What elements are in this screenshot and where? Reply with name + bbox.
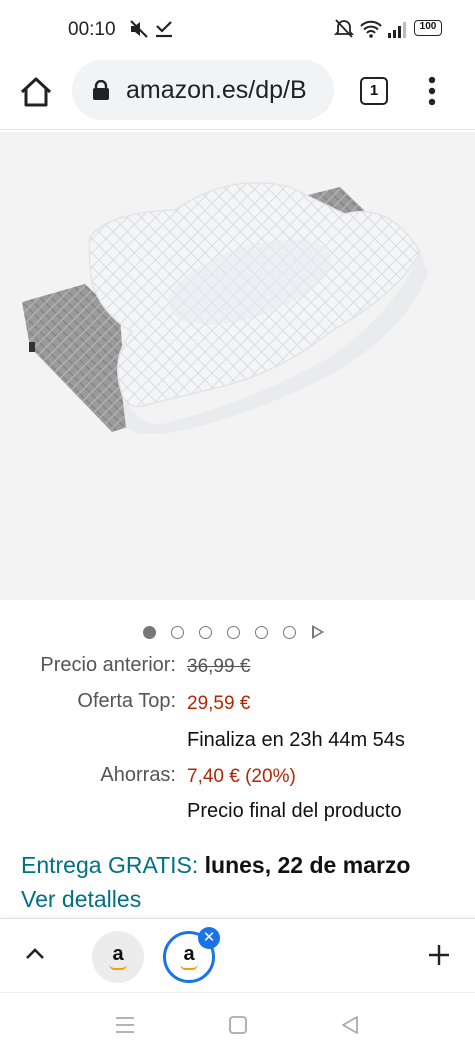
pillow-image — [22, 182, 428, 435]
carousel-dot[interactable] — [199, 626, 212, 639]
delivery-info: Entrega GRATIS: lunes, 22 de marzo — [21, 852, 410, 879]
offer-price-value: 29,59 € — [187, 693, 251, 714]
close-tab-icon[interactable]: ✕ — [198, 927, 220, 949]
address-bar[interactable]: amazon.es/dp/B — [72, 60, 334, 120]
more-vert-icon[interactable] — [422, 74, 442, 108]
savings-value: 7,40 € (20%) — [187, 766, 296, 787]
battery-icon: 100 — [414, 20, 442, 36]
amazon-smile-icon — [180, 964, 198, 970]
browser-toolbar: amazon.es/dp/B 1 — [0, 60, 475, 130]
previous-price-label: Precio anterior: — [40, 654, 176, 676]
final-price-note: Precio final del producto — [187, 800, 402, 822]
back-nav-icon[interactable] — [339, 1015, 361, 1035]
offer-countdown: Finaliza en 23h 44m 54s — [187, 729, 405, 751]
tab-strip: a a ✕ — [0, 918, 475, 992]
video-play-icon[interactable] — [312, 625, 324, 639]
amazon-smile-icon — [109, 964, 127, 970]
carousel-dot[interactable] — [255, 626, 268, 639]
image-carousel-indicator — [0, 622, 475, 642]
delivery-prefix: Entrega GRATIS: — [21, 852, 199, 878]
tab-switcher-button[interactable]: 1 — [360, 77, 388, 105]
download-done-icon — [156, 21, 172, 38]
alarm-off-icon — [334, 19, 354, 38]
previous-price-value: 36,99 € — [187, 656, 251, 677]
delivery-details-link[interactable]: Ver detalles — [21, 886, 141, 913]
chevron-up-icon[interactable] — [24, 946, 46, 960]
new-tab-icon[interactable] — [426, 942, 452, 968]
delivery-date: lunes, 22 de marzo — [204, 852, 411, 878]
amazon-logo-icon: a — [112, 942, 124, 965]
signal-icon — [388, 22, 406, 38]
offer-label: Oferta Top: — [77, 690, 176, 712]
status-bar: 00:10 100 — [0, 0, 475, 60]
status-time: 00:10 — [68, 19, 116, 40]
url-text[interactable]: amazon.es/dp/B — [126, 76, 307, 105]
mute-icon — [130, 20, 148, 38]
carousel-dot[interactable] — [283, 626, 296, 639]
carousel-dot[interactable] — [227, 626, 240, 639]
home-icon[interactable] — [18, 74, 54, 110]
system-nav-bar — [0, 992, 475, 1056]
battery-level: 100 — [419, 21, 437, 32]
amazon-logo-icon: a — [183, 942, 195, 965]
home-nav-icon[interactable] — [227, 1015, 249, 1035]
product-image[interactable] — [0, 132, 475, 600]
tab-thumbnail[interactable]: a — [92, 931, 144, 983]
recents-menu-icon[interactable] — [114, 1015, 136, 1035]
lock-icon — [93, 80, 109, 100]
wifi-icon — [360, 20, 382, 38]
carousel-dot[interactable] — [143, 626, 156, 639]
savings-label: Ahorras: — [100, 764, 176, 786]
carousel-dot[interactable] — [171, 626, 184, 639]
